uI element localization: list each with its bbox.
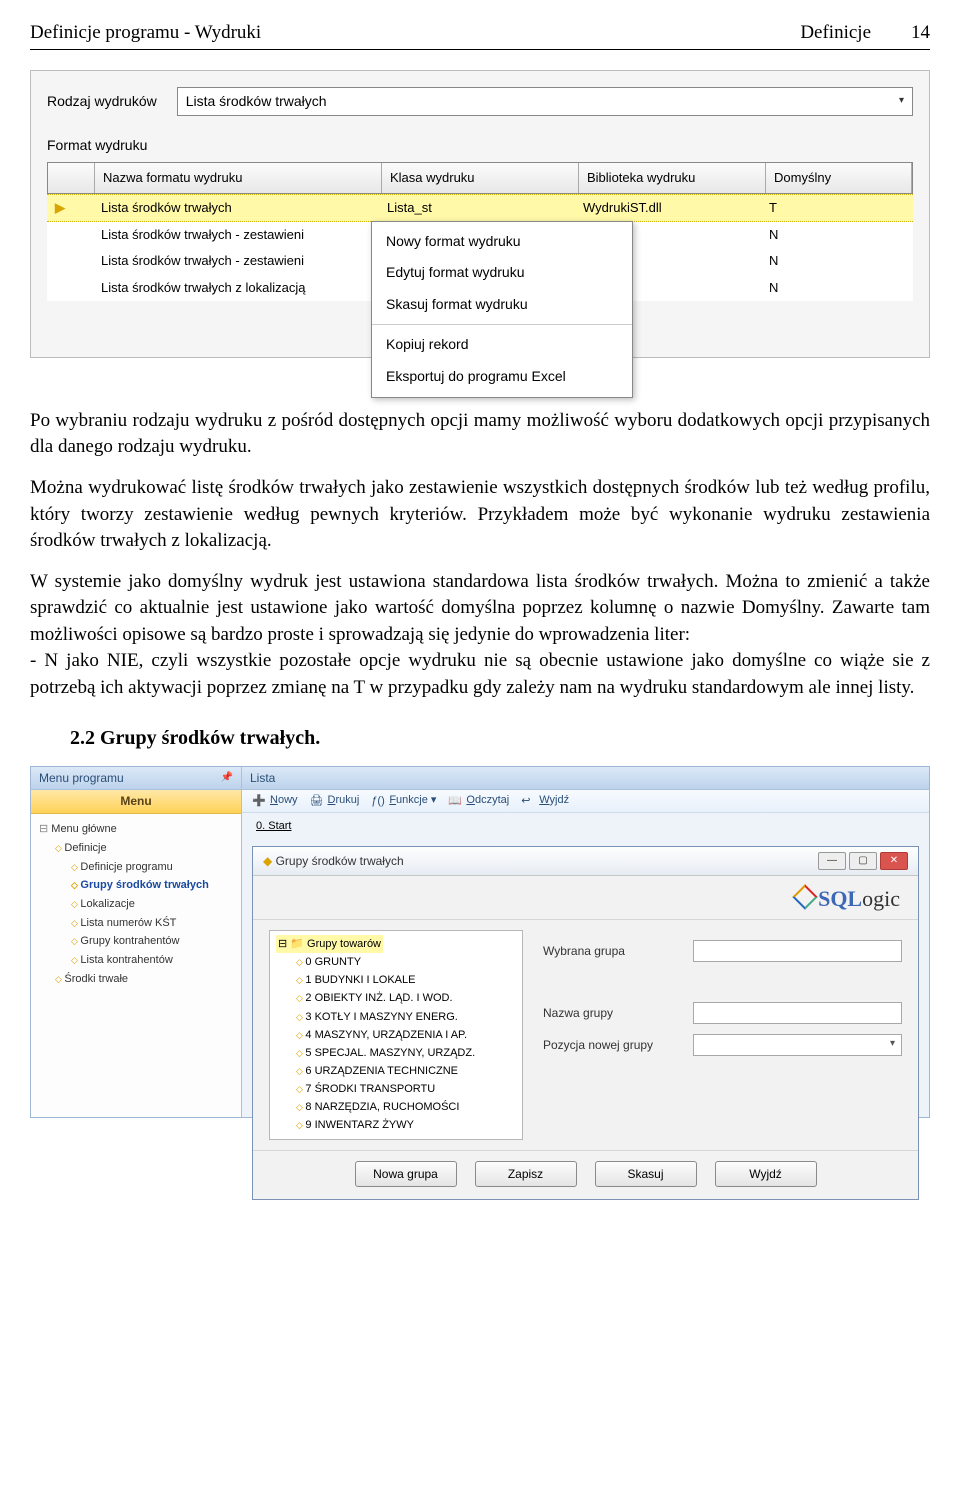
sidebar-title: Menu programu 📌 (31, 767, 241, 791)
btn-nowa-grupa[interactable]: Nowa grupa (355, 1161, 457, 1187)
sidebar-menu-header: Menu (31, 790, 241, 814)
maximize-button[interactable]: ▢ (849, 852, 877, 870)
label-nazwa: Nazwa grupy (543, 1005, 693, 1022)
group-item[interactable]: 8 NARZĘDZIA, RUCHOMOŚCI (276, 1098, 516, 1116)
paragraph: Można wydrukować listę środków trwałych … (30, 475, 930, 555)
rodzaj-dropdown[interactable]: Lista środków trwałych ▾ (177, 87, 913, 117)
input-wybrana[interactable] (693, 940, 902, 962)
header-section: Definicje (800, 20, 871, 47)
group-item[interactable]: 7 ŚRODKI TRANSPORTU (276, 1080, 516, 1098)
tree-item[interactable]: Lokalizacje (39, 895, 237, 914)
select-pozycja[interactable] (693, 1034, 902, 1056)
ctx-delete-format[interactable]: Skasuj format wydruku (372, 289, 632, 321)
ctx-copy-record[interactable]: Kopiuj rekord (372, 329, 632, 361)
btn-wyjdz[interactable]: Wyjdź (715, 1161, 817, 1187)
sqlogic-logo: SQLogic (796, 884, 900, 915)
table-row[interactable]: ▶ Lista środków trwałych Lista_st Wydruk… (47, 194, 913, 222)
group-item[interactable]: 3 KOTŁY I MASZYNY ENERG. (276, 1008, 516, 1026)
group-item[interactable]: 9 INWENTARZ ŻYWY (276, 1116, 516, 1134)
format-label: Format wydruku (47, 136, 913, 156)
toolbar: ➕NNowyowy 🖨Drukuj ƒ()Funkcje ▾ 📖Odczytaj… (242, 790, 929, 812)
label-pozycja: Pozycja nowej grupy (543, 1037, 693, 1054)
context-menu: Nowy format wydruku Edytuj format wydruk… (371, 221, 633, 398)
groups-tree[interactable]: Grupy towarów 0 GRUNTY 1 BUDYNKI I LOKAL… (269, 930, 523, 1140)
label-wybrana: Wybrana grupa (543, 943, 693, 960)
tree-root[interactable]: Menu główne (39, 820, 237, 839)
tree-item[interactable]: Lista kontrahentów (39, 951, 237, 970)
rodzaj-value: Lista środków trwałych (186, 92, 327, 112)
grid-header: Nazwa formatu wydruku Klasa wydruku Bibl… (47, 162, 913, 194)
diamond-icon: ◆ (263, 854, 272, 868)
app-window: Menu programu 📌 Menu Menu główne Definic… (30, 766, 930, 1118)
tree-node-definicje[interactable]: Definicje (39, 839, 237, 858)
col-biblioteka[interactable]: Biblioteka wydruku (579, 163, 766, 193)
page-number: 14 (911, 20, 930, 47)
ctx-export-excel[interactable]: Eksportuj do programu Excel (372, 361, 632, 393)
group-item[interactable]: 2 OBIEKTY INŻ. LĄD. I WOD. (276, 989, 516, 1007)
paragraph: Po wybraniu rodzaju wydruku z pośród dos… (30, 408, 930, 461)
print-icon: 🖨 (310, 794, 324, 808)
group-form: Wybrana grupa Nazwa grupy Pozycja nowej … (543, 930, 902, 1140)
col-domyslny[interactable]: Domyślny (766, 163, 912, 193)
groups-root[interactable]: Grupy towarów (276, 935, 383, 953)
list-title: Lista (242, 767, 929, 791)
tab-start[interactable]: 0. Start (242, 813, 929, 840)
group-item[interactable]: 4 MASZYNY, URZĄDZENIA I AP. (276, 1026, 516, 1044)
separator (372, 324, 632, 325)
header-left: Definicje programu - Wydruki (30, 20, 261, 47)
exit-icon: ↩ (521, 794, 535, 808)
toolbar-drukuj[interactable]: 🖨Drukuj (310, 793, 360, 808)
input-nazwa[interactable] (693, 1002, 902, 1024)
paragraph: W systemie jako domyślny wydruk jest ust… (30, 569, 930, 702)
btn-skasuj[interactable]: Skasuj (595, 1161, 697, 1187)
sidebar: Menu programu 📌 Menu Menu główne Definic… (31, 767, 242, 1117)
ctx-edit-format[interactable]: Edytuj format wydruku (372, 257, 632, 289)
btn-zapisz[interactable]: Zapisz (475, 1161, 577, 1187)
group-item[interactable]: 0 GRUNTY (276, 953, 516, 971)
toolbar-odczytaj[interactable]: 📖Odczytaj (448, 793, 509, 808)
main-pane: Lista ➕NNowyowy 🖨Drukuj ƒ()Funkcje ▾ 📖Od… (242, 767, 929, 1117)
groups-window: ◆ Grupy środków trwałych — ▢ ✕ SQLogic G… (252, 846, 919, 1200)
page-header: Definicje programu - Wydruki Definicje 1… (30, 20, 930, 50)
rodzaj-label: Rodzaj wydruków (47, 92, 157, 112)
tree-node-srodki[interactable]: Środki trwałe (39, 970, 237, 989)
functions-icon: ƒ() (371, 794, 385, 808)
row-marker-icon: ▶ (47, 195, 93, 221)
tree-item-active[interactable]: Grupy środków trwałych (39, 876, 237, 895)
plus-icon: ➕ (252, 794, 266, 808)
header-right: Definicje 14 (800, 20, 930, 47)
tree-item[interactable]: Lista numerów KŚT (39, 914, 237, 933)
chevron-down-icon: ▾ (899, 94, 904, 108)
tree-item[interactable]: Grupy kontrahentów (39, 932, 237, 951)
tree-item[interactable]: Definicje programu (39, 858, 237, 877)
toolbar-nowy[interactable]: ➕NNowyowy (252, 793, 298, 808)
col-nazwa[interactable]: Nazwa formatu wydruku (95, 163, 382, 193)
toolbar-funkcje[interactable]: ƒ()Funkcje ▾ (371, 793, 436, 808)
section-heading: 2.2 Grupy środków trwałych. (70, 724, 930, 752)
close-button[interactable]: ✕ (880, 852, 908, 870)
print-formats-panel: Rodzaj wydruków Lista środków trwałych ▾… (30, 70, 930, 358)
window-titlebar: ◆ Grupy środków trwałych — ▢ ✕ (253, 847, 918, 876)
window-buttons: Nowa grupa Zapisz Skasuj Wyjdź (253, 1151, 918, 1199)
minimize-button[interactable]: — (818, 852, 846, 870)
nav-tree: Menu główne Definicje Definicje programu… (31, 814, 241, 1116)
logo-icon (796, 888, 814, 906)
group-item[interactable]: 1 BUDYNKI I LOKALE (276, 971, 516, 989)
book-icon: 📖 (448, 794, 462, 808)
toolbar-wyjdz[interactable]: ↩Wyjdź (521, 793, 569, 808)
group-item[interactable]: 5 SPECJAL. MASZYNY, URZĄDZ. (276, 1044, 516, 1062)
ctx-new-format[interactable]: Nowy format wydruku (372, 226, 632, 258)
group-item[interactable]: 6 URZĄDZENIA TECHNICZNE (276, 1062, 516, 1080)
pin-icon[interactable]: 📌 (221, 771, 233, 785)
logo-row: SQLogic (253, 876, 918, 919)
col-klasa[interactable]: Klasa wydruku (382, 163, 579, 193)
